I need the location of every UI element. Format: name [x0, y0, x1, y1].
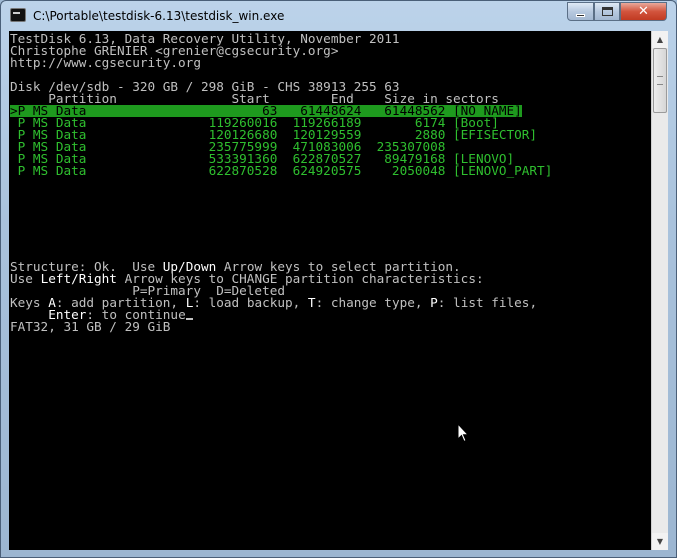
- close-icon: ✕: [638, 4, 649, 19]
- partition-row[interactable]: P MS Data 622870528 624920575 2050048 [L…: [10, 164, 553, 177]
- header-line: http://www.cgsecurity.org: [10, 55, 201, 70]
- minimize-button[interactable]: [567, 2, 594, 21]
- vertical-scrollbar[interactable]: ▲ ▼: [651, 31, 668, 550]
- scroll-down-arrow-icon[interactable]: ▼: [652, 533, 668, 550]
- console-window: C:\Portable\testdisk-6.13\testdisk_win.e…: [0, 0, 677, 558]
- partition-info-line: FAT32, 31 GB / 29 GiB: [10, 319, 171, 334]
- minimize-icon: [576, 13, 585, 17]
- title-bar[interactable]: C:\Portable\testdisk-6.13\testdisk_win.e…: [1, 1, 676, 31]
- help-text: : load backup,: [193, 295, 308, 310]
- help-text: : list files,: [437, 295, 538, 310]
- maximize-button[interactable]: [594, 2, 620, 21]
- key-hint: T: [307, 295, 316, 310]
- scroll-thumb[interactable]: [653, 48, 667, 113]
- scroll-up-arrow-icon[interactable]: ▲: [652, 31, 668, 48]
- close-button[interactable]: ✕: [620, 2, 667, 21]
- key-hint: P: [430, 295, 438, 310]
- help-text: : change type,: [315, 295, 431, 310]
- maximize-icon: [601, 7, 613, 16]
- text-cursor: [185, 318, 193, 320]
- console-icon[interactable]: [10, 8, 26, 22]
- mouse-pointer-icon: [457, 423, 469, 443]
- console-output[interactable]: TestDisk 6.13, Data Recovery Utility, No…: [9, 31, 651, 550]
- window-title: C:\Portable\testdisk-6.13\testdisk_win.e…: [33, 9, 285, 23]
